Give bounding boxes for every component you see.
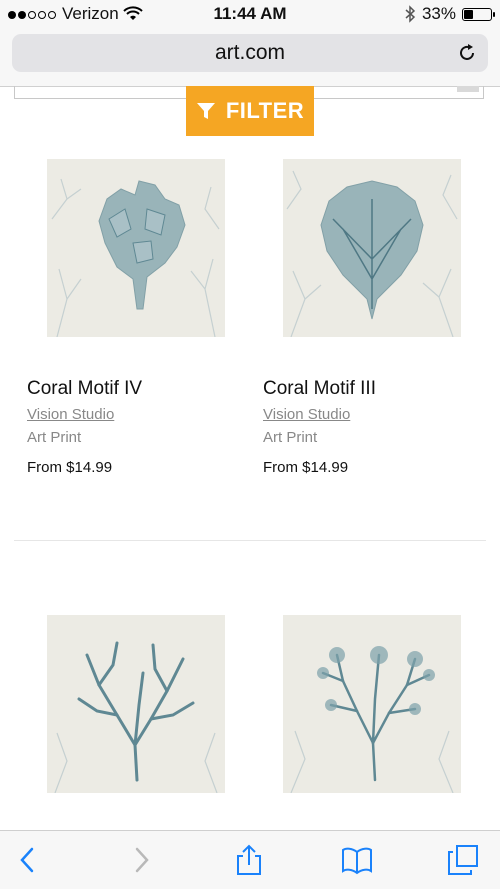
browser-toolbar <box>0 830 500 889</box>
battery-icon <box>462 7 495 21</box>
product-price: From $14.99 <box>263 459 349 476</box>
wifi-icon <box>123 6 143 20</box>
filter-button[interactable]: FILTER <box>186 86 314 136</box>
row-divider <box>14 540 486 541</box>
bluetooth-icon <box>405 5 416 23</box>
product-image-coral-motif-iv[interactable] <box>47 159 225 337</box>
product-title[interactable]: Coral Motif IV <box>27 378 142 400</box>
back-chevron-icon[interactable] <box>12 844 44 876</box>
signal-dots-icon <box>8 4 58 24</box>
product-type: Art Print <box>263 429 318 446</box>
product-image[interactable] <box>283 615 461 793</box>
status-bar: Verizon 11:44 AM 33% <box>0 0 500 28</box>
forward-chevron-icon[interactable] <box>125 844 157 876</box>
reload-icon[interactable] <box>456 42 478 64</box>
share-icon[interactable] <box>233 844 265 876</box>
product-title[interactable]: Coral Motif III <box>263 378 376 400</box>
carrier-label: Verizon <box>62 4 119 23</box>
product-type: Art Print <box>27 429 82 446</box>
tabs-icon[interactable] <box>447 844 479 876</box>
address-bar[interactable]: art.com <box>12 34 488 72</box>
product-image-coral-motif-iii[interactable] <box>283 159 461 337</box>
url-text: art.com <box>214 41 285 64</box>
product-price: From $14.99 <box>27 459 113 476</box>
funnel-icon <box>196 103 215 119</box>
product-image[interactable] <box>47 615 225 793</box>
battery-percent: 33% <box>421 4 456 23</box>
book-icon[interactable] <box>341 844 373 876</box>
product-artist-link[interactable]: Vision Studio <box>263 406 350 423</box>
browser-address-area: art.com <box>0 28 500 87</box>
filter-label: FILTER <box>225 98 305 123</box>
product-artist-link[interactable]: Vision Studio <box>27 406 114 423</box>
